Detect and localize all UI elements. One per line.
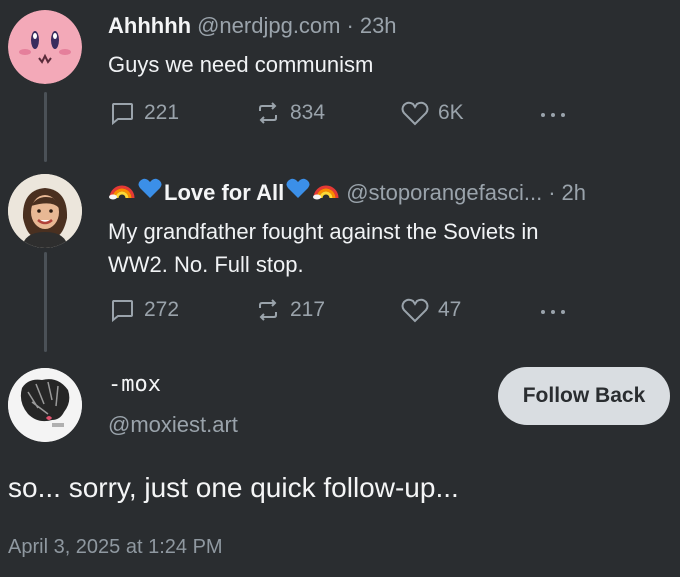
more-options-button[interactable] [541,113,565,117]
more-options-button[interactable] [541,310,565,314]
post-timestamp[interactable]: April 3, 2025 at 1:24 PM [8,536,223,559]
avatar-mox[interactable] [8,368,82,442]
like-count: 6K [438,101,464,124]
kirby-face-icon [8,10,82,84]
like-count: 47 [438,298,462,321]
blue-heart-icon [136,176,164,200]
post-header: Ahhhhh @nerdjpg.com · 23h [108,12,664,40]
separator-dot: · [548,180,556,205]
reply-icon [112,300,133,323]
more-dot [541,310,545,314]
post-text-line: WW2. No. Full stop. [108,252,304,277]
rainbow-icon [312,176,340,200]
author-name[interactable]: Love for All [164,179,284,207]
heart-icon [401,101,429,126]
blue-heart-icon [284,176,312,200]
more-dot [541,113,545,117]
more-dot [561,310,565,314]
post-actions: 272 217 47 [108,296,461,324]
like-button[interactable]: 6K [400,99,464,127]
repost-icon [259,102,277,124]
post-text-line: My grandfather fought against the Soviet… [108,219,539,244]
post-time[interactable]: 2h [562,179,586,207]
post-time[interactable]: 23h [360,12,397,40]
post-text: Guys we need communism [108,52,374,77]
repost-count: 217 [290,298,326,321]
like-button[interactable]: 47 [400,296,461,324]
thread-line-2 [44,252,47,352]
repost-count: 834 [290,101,326,124]
reply-count: 221 [144,101,180,124]
post-header: Love for All @stoporangefasci... · 2h [108,176,664,207]
post-text: so... sorry, just one quick follow-up... [8,472,459,503]
rainbow-icon [108,176,136,200]
post-love-for-all: Love for All @stoporangefasci... · 2h My… [108,176,664,281]
avatar-love-for-all[interactable] [8,174,82,248]
post-text: My grandfather fought against the Soviet… [108,215,664,281]
sketch-art-avatar-icon [8,368,82,442]
post-ahhhhh: Ahhhhh @nerdjpg.com · 23h Guys we need c… [108,12,664,81]
more-dot [551,113,555,117]
reply-icon [112,103,133,126]
repost-button[interactable]: 834 [254,99,400,127]
author-name[interactable]: Ahhhhh [108,12,191,40]
thread-line-1 [44,92,47,162]
post-actions: 221 834 6K [108,99,464,127]
repost-icon [259,299,277,321]
author-handle[interactable]: @stoporangefasci... [346,179,542,207]
heart-icon [401,298,429,323]
follow-back-button[interactable]: Follow Back [498,367,670,425]
woman-portrait-icon [8,174,82,248]
more-dot [551,310,555,314]
separator-dot: · [346,13,354,38]
avatar-ahhhhh[interactable] [8,10,82,84]
reply-count: 272 [144,298,180,321]
more-dot [561,113,565,117]
author-handle[interactable]: @nerdjpg.com [197,12,340,40]
reply-button[interactable]: 272 [108,296,238,324]
author-name[interactable]: -mox [108,372,161,397]
author-handle[interactable]: @moxiest.art [108,412,238,438]
reply-button[interactable]: 221 [108,99,238,127]
repost-button[interactable]: 217 [254,296,400,324]
